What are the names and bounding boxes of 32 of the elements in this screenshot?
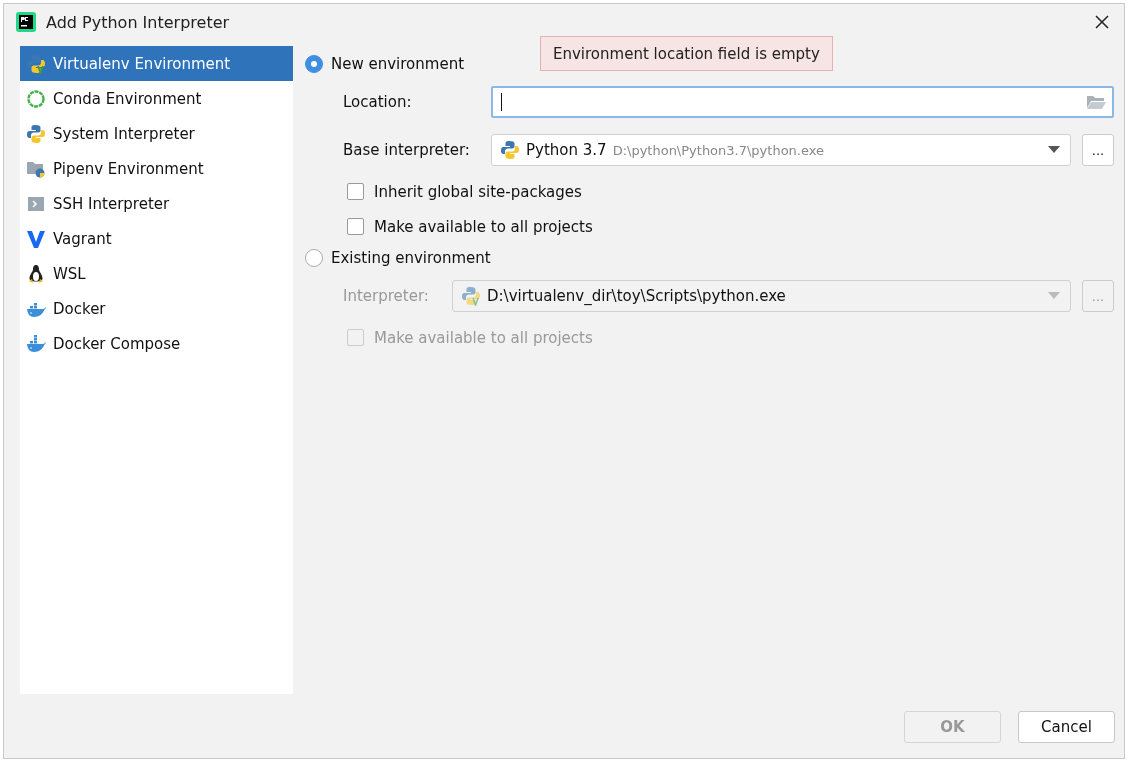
field-label: Interpreter: [343,287,430,305]
interpreter-dropdown[interactable]: Python 3.7 D:\python\Python3.7\python.exe [491,134,1071,166]
radio-button[interactable]: New environment [305,50,464,78]
window-title: Add Python Interpreter [46,12,231,32]
sidebar-item[interactable]: Virtualenv Environment [20,46,293,81]
v-logo-icon [26,228,46,249]
app-logo-icon [16,12,36,32]
sidebar-item[interactable]: WSL [20,256,293,291]
browse-button[interactable]: ... [1082,134,1114,166]
cancel-button[interactable]: Cancel [1018,711,1115,743]
sidebar-item[interactable]: Vagrant [20,221,293,256]
sidebar-item[interactable]: System Interpreter [20,116,293,151]
dropdown-arrow-icon [1048,292,1060,300]
dropdown-arrow-icon [1048,146,1060,154]
field-label: Base interpreter: [343,141,471,159]
checkbox[interactable]: Make available to all projects [347,209,593,244]
docker-compose-icon [26,333,46,354]
sidebar-item[interactable]: SSH Interpreter [20,186,293,221]
sidebar-item[interactable]: Pipenv Environment [20,151,293,186]
sidebar-item[interactable]: Conda Environment [20,81,293,116]
ring-icon [26,88,46,109]
field-label: Location: [343,93,413,111]
python-venv-icon [461,286,481,306]
location-field[interactable] [491,86,1114,118]
folder-icon[interactable] [1086,94,1106,110]
python-icon [500,140,520,160]
error-tooltip: Environment location field is empty [540,36,833,71]
sidebar-item[interactable]: Docker Compose [20,326,293,361]
checkbox[interactable]: Inherit global site-packages [347,174,582,209]
python-icon [26,123,46,144]
python-venv-icon [26,53,46,74]
sidebar-item[interactable]: Docker [20,291,293,326]
